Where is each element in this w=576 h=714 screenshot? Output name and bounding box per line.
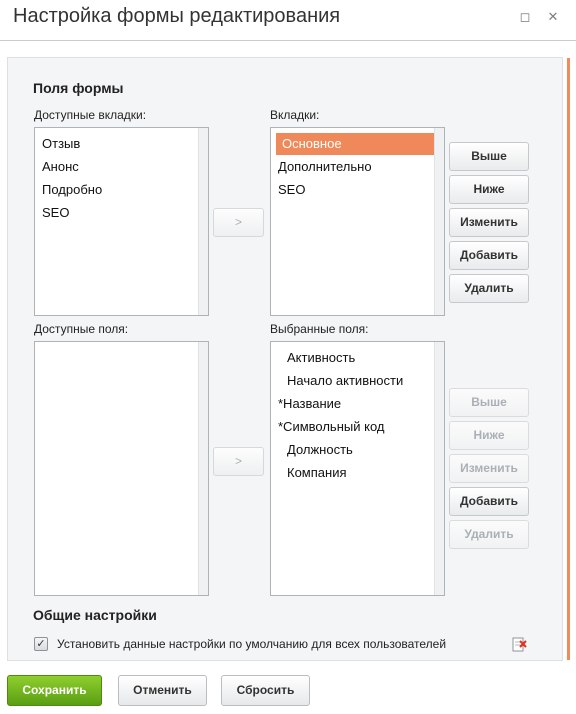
- maximize-icon[interactable]: ◻: [516, 8, 534, 26]
- dialog-titlebar: Настройка формы редактирования ◻ ✕: [0, 0, 576, 41]
- tab-add-button[interactable]: Добавить: [449, 241, 529, 270]
- list-item-selected[interactable]: Основное: [276, 133, 434, 155]
- scrollbar[interactable]: [198, 128, 208, 315]
- tabs-list[interactable]: Основное Дополнительно SEO: [270, 127, 445, 316]
- available-tabs-label: Доступные вкладки:: [34, 108, 147, 122]
- list-item[interactable]: SEO: [272, 179, 434, 201]
- add-tab-arrow-button[interactable]: >: [213, 208, 264, 237]
- list-item[interactable]: Отзыв: [36, 133, 198, 155]
- scrollbar[interactable]: [434, 128, 444, 315]
- selected-fields-label: Выбранные поля:: [270, 322, 369, 336]
- list-item[interactable]: Дополнительно: [272, 156, 434, 178]
- field-up-button[interactable]: Выше: [449, 388, 529, 417]
- list-item[interactable]: *Символьный код: [272, 416, 434, 438]
- reset-button[interactable]: Сбросить: [221, 675, 310, 706]
- add-field-arrow-button[interactable]: >: [213, 447, 264, 476]
- tabs-label: Вкладки:: [270, 108, 320, 122]
- save-button[interactable]: Сохранить: [7, 675, 102, 706]
- list-item[interactable]: Должность: [272, 439, 434, 461]
- list-item[interactable]: Компания: [272, 462, 434, 484]
- list-item[interactable]: SEO: [36, 202, 198, 224]
- accent-bar: [567, 58, 570, 660]
- list-item[interactable]: Активность: [272, 347, 434, 369]
- tab-down-button[interactable]: Ниже: [449, 175, 529, 204]
- field-down-button[interactable]: Ниже: [449, 421, 529, 450]
- available-fields-list[interactable]: [34, 341, 209, 596]
- available-tabs-list[interactable]: Отзыв Анонс Подробно SEO: [34, 127, 209, 316]
- available-fields-label: Доступные поля:: [34, 322, 129, 336]
- dialog-title: Настройка формы редактирования: [13, 5, 341, 27]
- scrollbar[interactable]: [434, 342, 444, 595]
- tab-delete-button[interactable]: Удалить: [449, 274, 529, 303]
- cancel-button[interactable]: Отменить: [118, 675, 207, 706]
- field-add-button[interactable]: Добавить: [449, 487, 529, 516]
- close-icon[interactable]: ✕: [544, 8, 562, 26]
- delete-settings-icon[interactable]: [512, 636, 527, 652]
- list-item[interactable]: Анонс: [36, 156, 198, 178]
- general-settings-title: Общие настройки: [33, 607, 157, 623]
- field-edit-button[interactable]: Изменить: [449, 454, 529, 483]
- tab-edit-button[interactable]: Изменить: [449, 208, 529, 237]
- tab-up-button[interactable]: Выше: [449, 142, 529, 171]
- field-delete-button[interactable]: Удалить: [449, 520, 529, 549]
- form-fields-title: Поля формы: [33, 80, 124, 96]
- default-for-all-label: Установить данные настройки по умолчанию…: [57, 637, 447, 651]
- list-item[interactable]: *Название: [272, 393, 434, 415]
- list-item[interactable]: Подробно: [36, 179, 198, 201]
- scrollbar[interactable]: [198, 342, 208, 595]
- selected-fields-list[interactable]: Активность Начало активности *Название *…: [270, 341, 445, 596]
- default-for-all-checkbox[interactable]: ✓: [34, 637, 48, 651]
- list-item[interactable]: Начало активности: [272, 370, 434, 392]
